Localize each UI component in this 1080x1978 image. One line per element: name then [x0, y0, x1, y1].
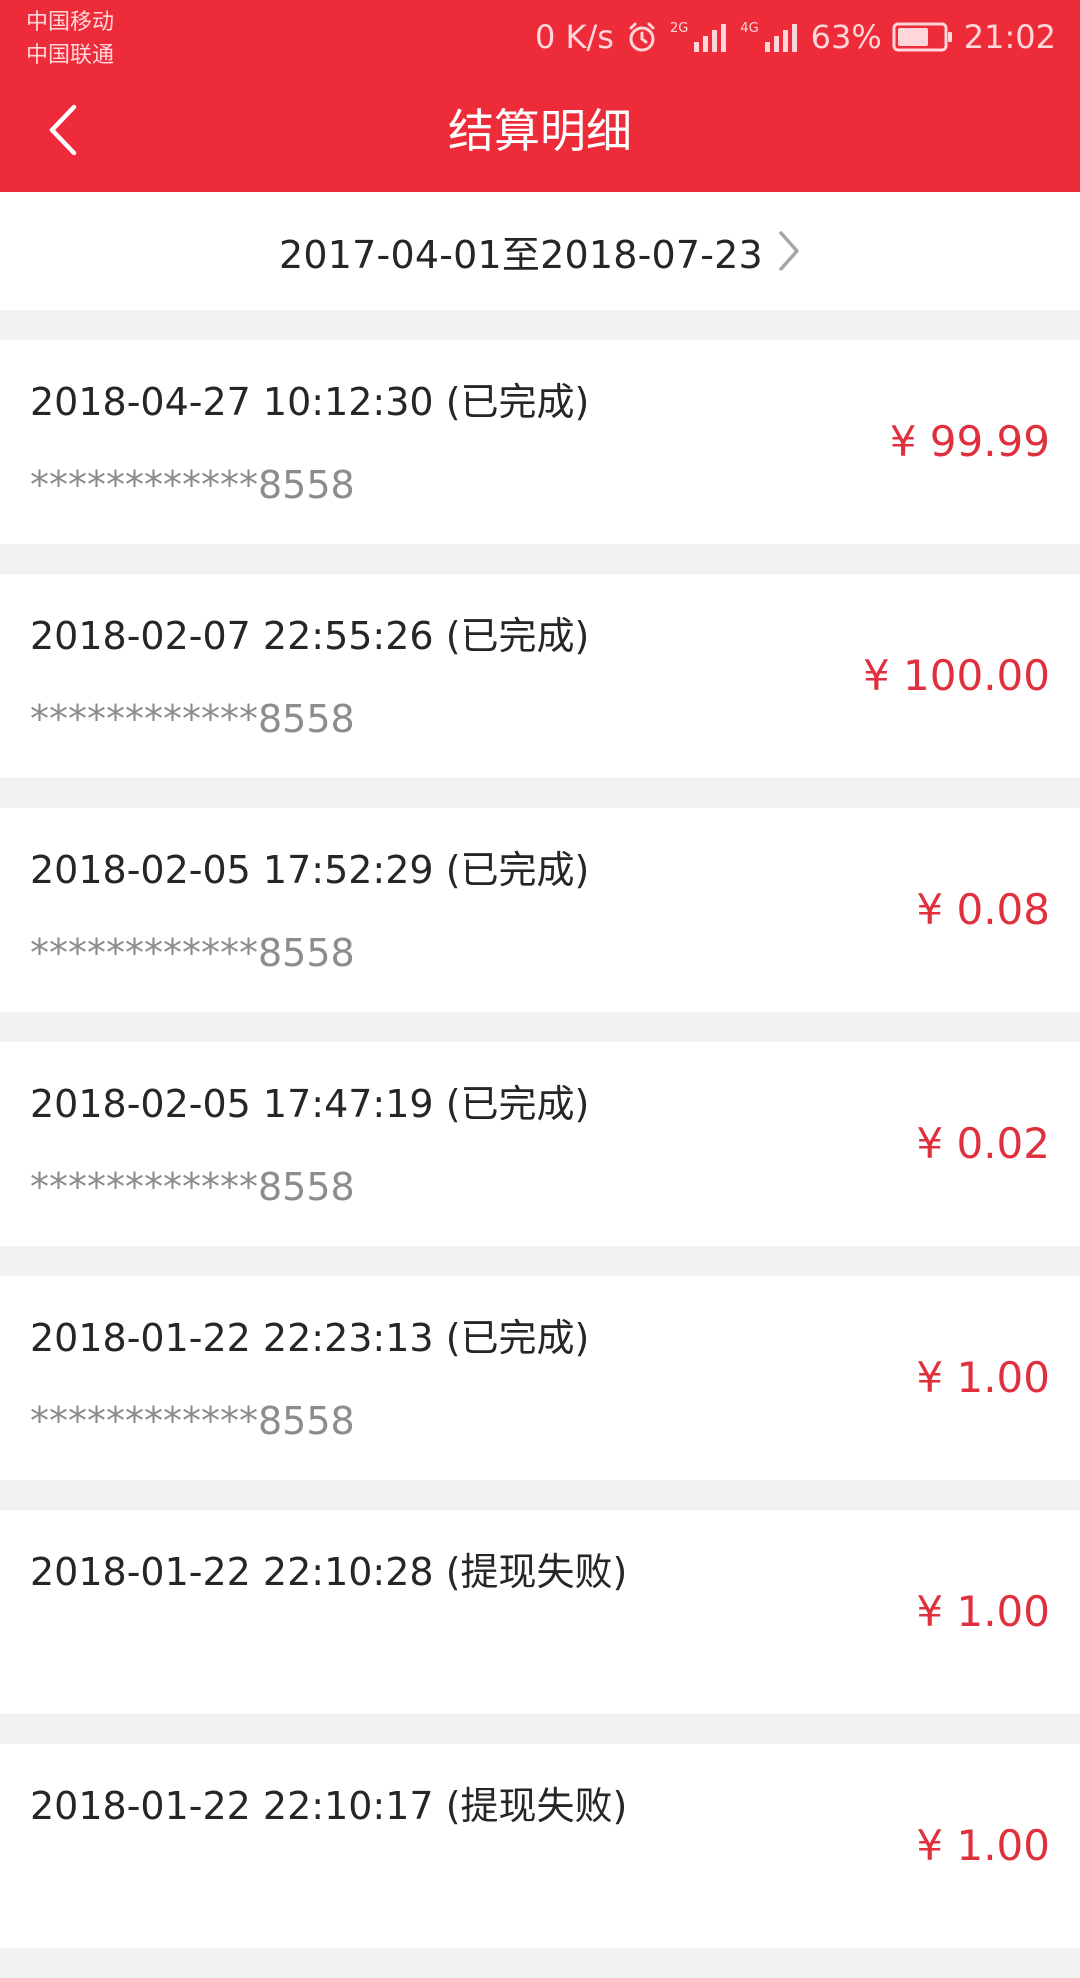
record-status: (已完成) [445, 1082, 590, 1126]
signal-icon [764, 24, 797, 52]
list-item[interactable]: 2018-01-22 22:23:13 (已完成) ************85… [0, 1276, 1080, 1480]
date-range-label: 2017-04-01至2018-07-23 [279, 232, 763, 277]
record-title: 2018-01-22 22:10:17 (提现失败) [30, 1778, 627, 1834]
list-item[interactable]: 2018-01-22 22:10:17 (提现失败) ¥ 1.00 [0, 1744, 1080, 1948]
list-item[interactable]: 2018-04-27 10:12:30 (已完成) ************85… [0, 340, 1080, 544]
carrier-labels: 中国移动 中国联通 [26, 6, 114, 72]
list-item[interactable]: 2018-02-05 17:47:19 (已完成) ************85… [0, 1042, 1080, 1246]
list-item[interactable]: 2018-02-07 22:55:26 (已完成) ************85… [0, 574, 1080, 778]
carrier-1: 中国移动 [26, 10, 115, 35]
sim1-signal: 2G [670, 22, 730, 52]
sim2-type: 4G [740, 21, 759, 36]
clock: 21:02 [963, 18, 1056, 56]
record-amount: ¥ 0.02 [916, 1119, 1050, 1168]
record-datetime: 2018-02-07 22:55:26 [30, 614, 434, 658]
record-status: (提现失败) [445, 1550, 628, 1594]
page-title: 结算明细 [448, 104, 632, 158]
record-datetime: 2018-01-22 22:10:28 [30, 1550, 434, 1594]
sim1-type: 2G [669, 21, 689, 36]
record-title: 2018-02-07 22:55:26 (已完成) [30, 608, 589, 664]
record-datetime: 2018-01-22 22:10:17 [30, 1784, 434, 1828]
record-card-number: ************8558 [30, 1165, 355, 1209]
record-status: (已完成) [445, 1316, 590, 1360]
app-header: 中国移动 中国联通 0 K/s 2G 4G 63% 21:02 结算明细 [0, 0, 1080, 192]
record-datetime: 2018-01-22 22:23:13 [30, 1316, 434, 1360]
signal-icon [694, 24, 727, 52]
record-amount: ¥ 99.99 [889, 417, 1050, 466]
record-status: (已完成) [445, 380, 590, 424]
alarm-icon [624, 19, 660, 55]
record-card-number: ************8558 [30, 697, 355, 741]
record-title: 2018-01-22 22:23:13 (已完成) [30, 1310, 589, 1366]
record-card-number: ************8558 [30, 931, 355, 975]
chevron-right-icon [777, 230, 801, 272]
record-amount: ¥ 100.00 [862, 651, 1050, 700]
record-title: 2018-01-22 22:10:28 (提现失败) [30, 1544, 627, 1600]
carrier-2: 中国联通 [26, 43, 115, 68]
list-item[interactable]: 2018-02-05 17:52:29 (已完成) ************85… [0, 808, 1080, 1012]
record-status: (已完成) [445, 614, 590, 658]
record-card-number: ************8558 [30, 463, 355, 507]
record-amount: ¥ 1.00 [916, 1353, 1050, 1402]
date-range-selector[interactable]: 2017-04-01至2018-07-23 [0, 192, 1080, 310]
net-speed: 0 K/s [534, 18, 614, 56]
settlement-list: 2018-04-27 10:12:30 (已完成) ************85… [0, 340, 1080, 1978]
battery-icon [892, 21, 954, 53]
record-amount: ¥ 1.00 [916, 1587, 1050, 1636]
sim2-signal: 4G [740, 22, 800, 52]
list-item[interactable]: 2018-01-22 22:10:28 (提现失败) ¥ 1.00 [0, 1510, 1080, 1714]
battery-percent: 63% [810, 18, 882, 56]
record-amount: ¥ 1.00 [916, 1821, 1050, 1870]
record-amount: ¥ 0.08 [916, 885, 1050, 934]
record-status: (已完成) [445, 848, 590, 892]
record-title: 2018-02-05 17:52:29 (已完成) [30, 842, 589, 898]
record-status: (提现失败) [445, 1784, 628, 1828]
record-datetime: 2018-02-05 17:47:19 [30, 1082, 434, 1126]
record-datetime: 2018-04-27 10:12:30 [30, 380, 434, 424]
record-title: 2018-02-05 17:47:19 (已完成) [30, 1076, 589, 1132]
record-title: 2018-04-27 10:12:30 (已完成) [30, 374, 589, 430]
record-datetime: 2018-02-05 17:52:29 [30, 848, 434, 892]
status-bar-right: 0 K/s 2G 4G 63% 21:02 [535, 16, 1056, 58]
record-card-number: ************8558 [30, 1399, 355, 1443]
